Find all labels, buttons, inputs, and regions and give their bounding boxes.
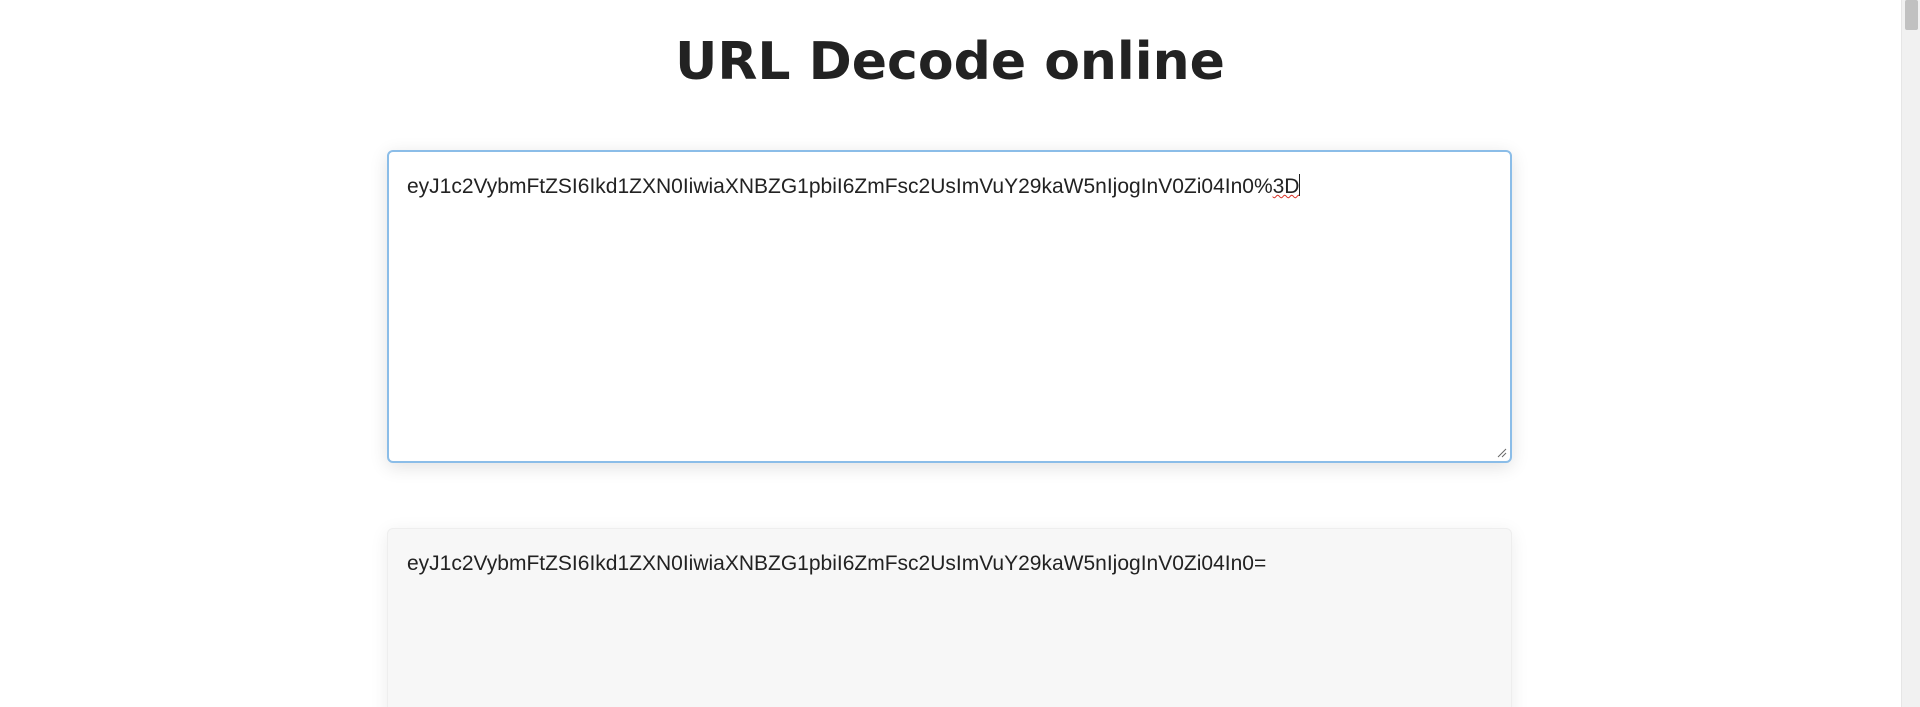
resize-handle-icon[interactable]: [1497, 448, 1507, 458]
decoded-output[interactable]: eyJ1c2VybmFtZSI6Ikd1ZXN0IiwiaXNBZG1pbiI6…: [387, 528, 1512, 707]
output-text: eyJ1c2VybmFtZSI6Ikd1ZXN0IiwiaXNBZG1pbiI6…: [407, 552, 1267, 575]
input-text: eyJ1c2VybmFtZSI6Ikd1ZXN0IiwiaXNBZG1pbiI6…: [407, 175, 1273, 198]
spellcheck-flagged-text: 3D: [1272, 175, 1300, 198]
page: URL Decode online eyJ1c2VybmFtZSI6Ikd1ZX…: [0, 0, 1920, 707]
text-caret: [1299, 174, 1301, 196]
page-title: URL Decode online: [675, 32, 1225, 92]
vertical-scrollbar[interactable]: [1901, 0, 1920, 707]
scrollbar-thumb[interactable]: [1905, 0, 1918, 30]
url-input-textarea[interactable]: eyJ1c2VybmFtZSI6Ikd1ZXN0IiwiaXNBZG1pbiI6…: [387, 150, 1512, 463]
